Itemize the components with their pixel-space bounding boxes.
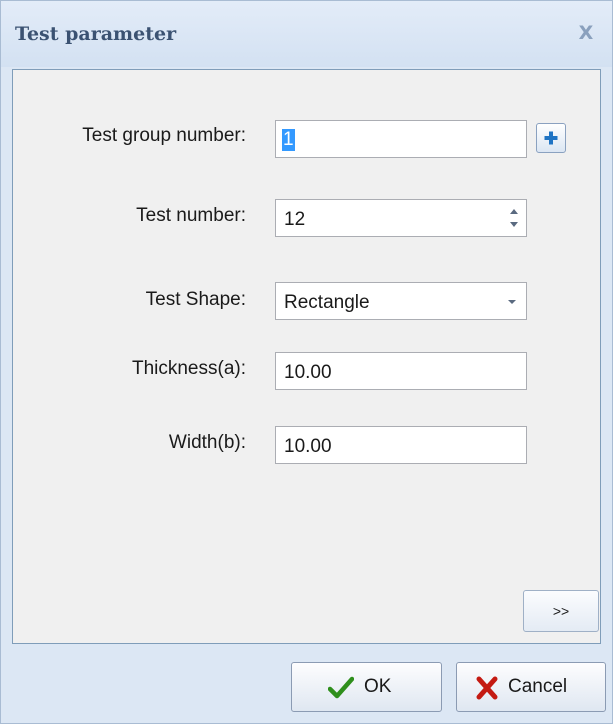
test-number-value: 12 bbox=[284, 209, 306, 230]
close-button[interactable]: X bbox=[574, 21, 598, 45]
more-options-button[interactable]: >> bbox=[523, 590, 599, 632]
test-shape-value: Rectangle bbox=[284, 292, 370, 313]
ok-label: OK bbox=[364, 676, 392, 697]
width-label: Width(b): bbox=[168, 432, 246, 453]
width-input[interactable]: 10.00 bbox=[275, 426, 527, 464]
checkmark-icon bbox=[328, 676, 354, 699]
dialog-title: Test parameter bbox=[15, 23, 177, 45]
dialog-titlebar[interactable]: Test parameter X bbox=[1, 1, 612, 67]
cancel-label: Cancel bbox=[508, 676, 568, 697]
test-parameter-dialog: Test parameter X Test group number: 1 Te… bbox=[0, 0, 613, 724]
width-value: 10.00 bbox=[284, 436, 332, 457]
dropdown-arrow-icon[interactable] bbox=[506, 297, 518, 307]
test-group-number-label: Test group number: bbox=[82, 125, 246, 146]
spin-down-arrow-icon[interactable] bbox=[508, 220, 520, 230]
spin-up-arrow-icon[interactable] bbox=[508, 206, 520, 216]
thickness-value: 10.00 bbox=[284, 362, 332, 383]
test-group-number-value: 1 bbox=[282, 129, 295, 151]
red-x-icon bbox=[476, 676, 498, 700]
test-shape-label: Test Shape: bbox=[145, 289, 246, 310]
test-group-number-input[interactable]: 1 bbox=[275, 120, 527, 158]
thickness-label: Thickness(a): bbox=[131, 358, 246, 379]
plus-icon bbox=[544, 131, 558, 145]
parameter-panel: Test group number: 1 Test number: 12 Tes… bbox=[12, 69, 601, 644]
test-number-spinner[interactable]: 12 bbox=[275, 199, 527, 237]
ok-button[interactable]: OK bbox=[291, 662, 442, 712]
add-group-button[interactable] bbox=[536, 123, 566, 153]
cancel-button[interactable]: Cancel bbox=[456, 662, 606, 712]
thickness-input[interactable]: 10.00 bbox=[275, 352, 527, 390]
spinner-arrows bbox=[508, 206, 520, 230]
test-number-label: Test number: bbox=[136, 205, 246, 226]
test-shape-dropdown[interactable]: Rectangle bbox=[275, 282, 527, 320]
